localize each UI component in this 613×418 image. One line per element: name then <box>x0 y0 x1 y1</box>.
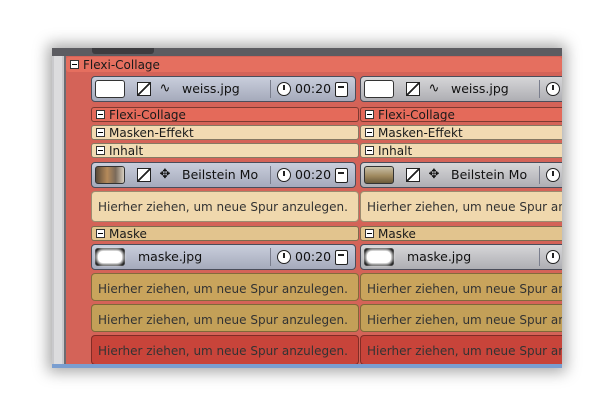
clip-properties-icon[interactable] <box>335 168 348 183</box>
clip-separator <box>539 80 540 98</box>
clip-thumbnail <box>364 166 394 184</box>
clock-icon[interactable] <box>546 168 560 182</box>
maske-label: Maske <box>378 226 416 241</box>
motion-path-icon[interactable]: ∿ <box>427 82 441 96</box>
clip-filename: Beilstein Mo <box>451 167 528 182</box>
clip-duration: 00:20 <box>295 167 332 182</box>
crop-icon[interactable] <box>406 82 420 96</box>
crop-icon[interactable] <box>406 168 420 182</box>
flexi-collage-outer-group: Flexi-Collage ∿ weiss.jpg 00:20 ∿ weiss.… <box>66 56 562 368</box>
top-clip-2[interactable]: ∿ weiss.jpg <box>360 76 562 102</box>
clip-filename: weiss.jpg <box>451 81 509 96</box>
timeline-tab[interactable] <box>92 48 154 54</box>
inhalt-label: Inhalt <box>109 143 144 158</box>
clip-thumbnail <box>364 80 394 98</box>
clip-thumbnail <box>95 248 125 266</box>
motion-path-icon[interactable]: ∿ <box>158 82 172 96</box>
clip-filename: weiss.jpg <box>182 81 240 96</box>
timeline-panel: Flexi-Collage ∿ weiss.jpg 00:20 ∿ weiss.… <box>52 48 562 368</box>
masken-effekt-label: Masken-Effekt <box>109 125 194 140</box>
maske-header[interactable]: Maske <box>91 226 359 241</box>
clip-separator <box>270 248 271 266</box>
flexi-collage-header[interactable]: Flexi-Collage <box>91 107 359 122</box>
collapse-icon[interactable] <box>365 146 374 155</box>
clip-filename: maske.jpg <box>407 249 472 264</box>
timeline-top-strip <box>52 48 562 56</box>
outer-group-label: Flexi-Collage <box>83 57 160 72</box>
clip-properties-icon[interactable] <box>335 82 348 97</box>
inhalt-drop-zone[interactable]: Hierher ziehen, um neue Spur anzulegen. <box>91 191 359 222</box>
inhalt-clip[interactable]: ✥ Beilstein Mo <box>360 162 562 188</box>
masken-effekt-drop-zone[interactable]: Hierher ziehen, um neue Spur anzulegen. <box>360 304 562 332</box>
collapse-icon[interactable] <box>96 110 105 119</box>
flexi-collage-label: Flexi-Collage <box>109 107 186 122</box>
track-scrollbar[interactable] <box>52 56 64 368</box>
inhalt-header[interactable]: Inhalt <box>91 143 359 158</box>
maske-label: Maske <box>109 226 147 241</box>
clip-duration: 00:20 <box>295 81 332 96</box>
maske-clip[interactable]: maske.jpg 00:20 <box>91 244 356 270</box>
crop-icon[interactable] <box>137 82 151 96</box>
clip-separator <box>539 248 540 266</box>
timeline-bottom-bar <box>52 364 562 368</box>
clock-icon[interactable] <box>546 82 560 96</box>
clip-properties-icon[interactable] <box>335 250 348 265</box>
flexi-collage-label: Flexi-Collage <box>378 107 455 122</box>
clip-filename: Beilstein Mo <box>182 167 259 182</box>
clip-thumbnail <box>364 248 394 266</box>
clip-thumbnail <box>95 166 125 184</box>
collapse-icon[interactable] <box>365 229 374 238</box>
maske-drop-zone[interactable]: Hierher ziehen, um neue Spur anzulegen. <box>91 273 359 301</box>
flexi-collage-drop-zone[interactable]: Hierher ziehen, um neue Spur anzulegen. <box>360 335 562 365</box>
inhalt-label: Inhalt <box>378 143 413 158</box>
flexi-collage-drop-zone[interactable]: Hierher ziehen, um neue Spur anzulegen. <box>91 335 359 365</box>
inhalt-header[interactable]: Inhalt <box>360 143 562 158</box>
flexi-collage-header[interactable]: Flexi-Collage <box>360 107 562 122</box>
clock-icon[interactable] <box>277 168 291 182</box>
clip-separator <box>270 166 271 184</box>
clip-separator <box>270 80 271 98</box>
inhalt-drop-zone[interactable]: Hierher ziehen, um neue Spur anzulegen. <box>360 191 562 222</box>
masken-effekt-label: Masken-Effekt <box>378 125 463 140</box>
track-scroll-thumb[interactable] <box>54 56 62 368</box>
outer-group-header[interactable]: Flexi-Collage <box>66 57 562 72</box>
masken-effekt-header[interactable]: Masken-Effekt <box>360 125 562 140</box>
maske-header[interactable]: Maske <box>360 226 562 241</box>
collapse-icon[interactable] <box>96 229 105 238</box>
collapse-icon[interactable] <box>365 110 374 119</box>
masken-effekt-drop-zone[interactable]: Hierher ziehen, um neue Spur anzulegen. <box>91 304 359 332</box>
clock-icon[interactable] <box>546 250 560 264</box>
collapse-icon[interactable] <box>365 128 374 137</box>
clock-icon[interactable] <box>277 250 291 264</box>
maske-clip[interactable]: maske.jpg <box>360 244 562 270</box>
top-clip-1[interactable]: ∿ weiss.jpg 00:20 <box>91 76 356 102</box>
motion-icon[interactable]: ✥ <box>427 168 441 182</box>
collapse-icon[interactable] <box>70 60 79 69</box>
crop-icon[interactable] <box>137 168 151 182</box>
maske-drop-zone[interactable]: Hierher ziehen, um neue Spur anzulegen. <box>360 273 562 301</box>
collapse-icon[interactable] <box>96 128 105 137</box>
clip-duration: 00:20 <box>295 249 332 264</box>
motion-icon[interactable]: ✥ <box>158 168 172 182</box>
collapse-icon[interactable] <box>96 146 105 155</box>
inhalt-clip[interactable]: ✥ Beilstein Mo 00:20 <box>91 162 356 188</box>
clip-thumbnail <box>95 80 125 98</box>
clip-filename: maske.jpg <box>138 249 203 264</box>
clock-icon[interactable] <box>277 82 291 96</box>
masken-effekt-header[interactable]: Masken-Effekt <box>91 125 359 140</box>
clip-separator <box>539 166 540 184</box>
